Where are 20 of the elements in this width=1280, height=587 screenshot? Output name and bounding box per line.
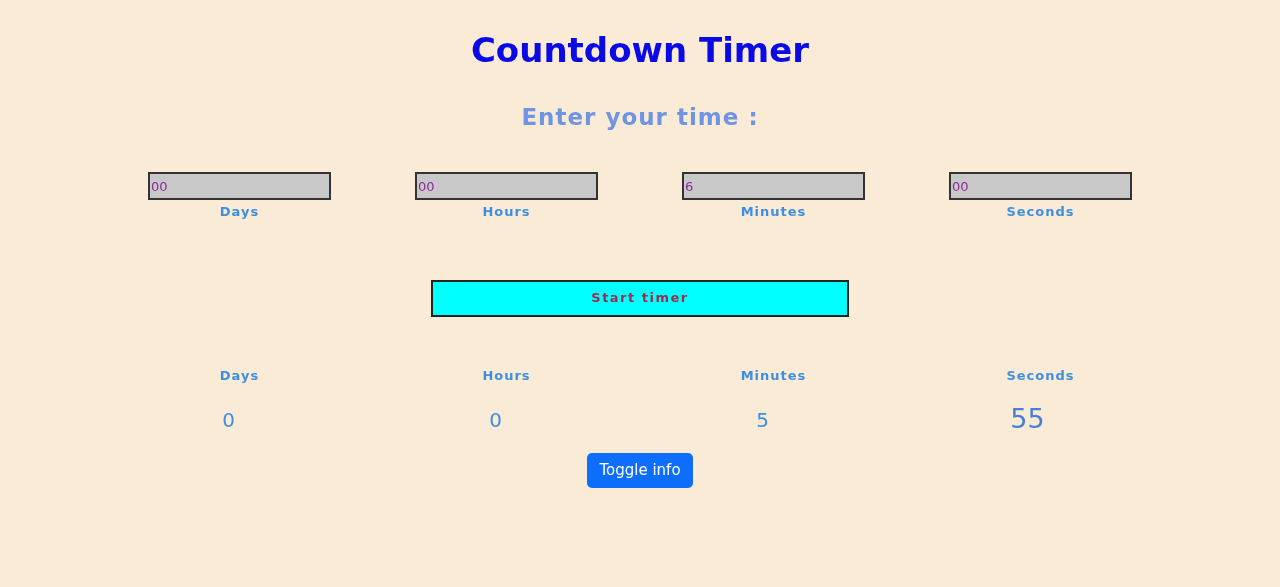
unit-label: Days [219, 366, 260, 385]
unit-label: Seconds [1006, 366, 1075, 385]
input-label: Days [219, 203, 260, 221]
prompt-heading: Enter your time : [521, 103, 759, 132]
countdown-value: 0 [489, 406, 502, 433]
page-title: Countdown Timer [470, 29, 810, 72]
input-label: Minutes [740, 203, 807, 221]
time-input-field[interactable]: 00 [148, 172, 331, 200]
countdown-value: 0 [222, 406, 235, 433]
countdown-value: 55 [1010, 402, 1045, 435]
input-label: Seconds [1006, 203, 1075, 221]
time-input-field[interactable]: 00 [949, 172, 1132, 200]
time-input-field[interactable]: 00 [415, 172, 598, 200]
unit-label: Hours [482, 366, 531, 385]
countdown-value: 5 [756, 406, 769, 433]
time-input-field[interactable]: 6 [682, 172, 865, 200]
unit-label: Minutes [740, 366, 807, 385]
input-label: Hours [482, 203, 531, 221]
toggle-info-button[interactable]: Toggle info [587, 452, 693, 488]
start-timer-button[interactable]: Start timer [431, 279, 849, 317]
